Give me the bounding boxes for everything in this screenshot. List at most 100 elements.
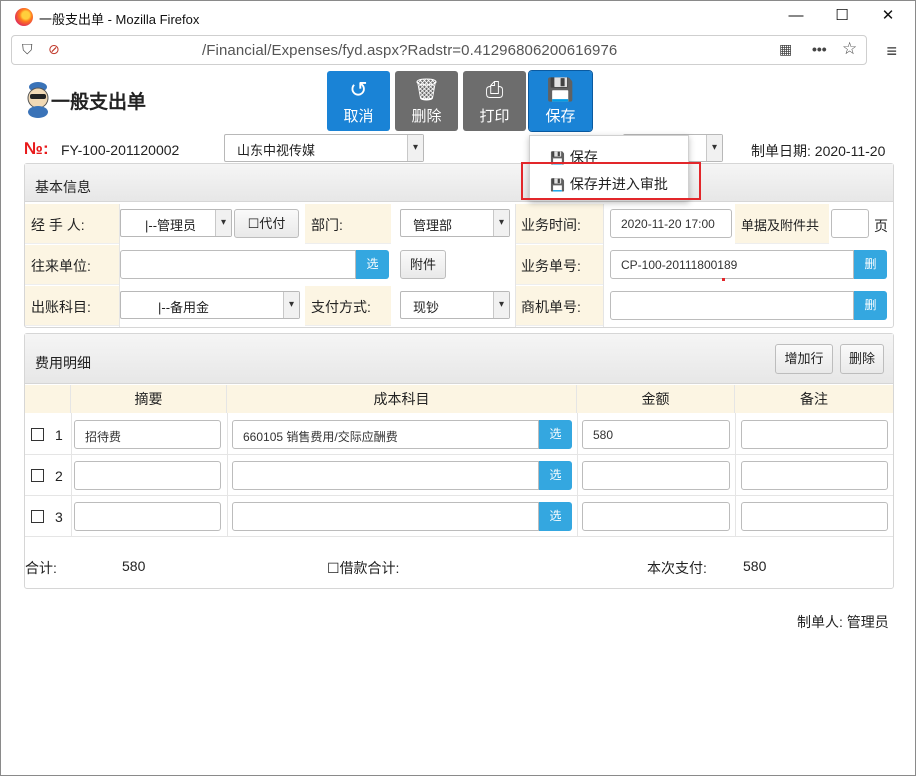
account-select[interactable]: |--备用金 ▾ [120, 291, 300, 319]
opportunity-delete-button[interactable]: 删 [854, 291, 887, 320]
company-value: 山东中视传媒 [237, 143, 316, 158]
permission-blocked-icon[interactable]: ⊘ [48, 41, 60, 58]
summary-input[interactable] [74, 502, 221, 531]
pay-method-label: 支付方式: [305, 286, 391, 326]
pay-now-value: 580 [743, 558, 767, 574]
printer-icon: ⎙ [485, 77, 504, 102]
attach-count-input[interactable] [831, 209, 869, 238]
dept-select[interactable]: 管理部 ▾ [400, 209, 510, 237]
column-header-summary: 摘要 [71, 385, 227, 413]
qr-code-icon[interactable]: ▦ [779, 41, 792, 58]
date-label-text: 制单日期: [751, 143, 811, 159]
address-bar[interactable]: ⛉ ⊘ /Financial/Expenses/fyd.aspx?Radstr=… [11, 35, 867, 65]
column-header-select [25, 385, 71, 413]
account-value: |--备用金 [158, 300, 210, 315]
col-divider [735, 413, 736, 537]
cost-account-input[interactable] [232, 502, 539, 531]
amount-input[interactable] [582, 502, 730, 531]
url-text[interactable]: /Financial/Expenses/fyd.aspx?Radstr=0.41… [202, 42, 617, 59]
grid-divider [515, 204, 516, 327]
cost-account-input[interactable] [232, 461, 539, 490]
cartoon-logo-icon [27, 82, 49, 118]
biz-no-delete-button[interactable]: 删 [854, 250, 887, 279]
delete-button[interactable]: 🗑 删除 [395, 71, 458, 131]
row-divider [25, 536, 893, 537]
account-label: 出账科目: [25, 286, 119, 326]
page-title: 一般支出单 [51, 92, 147, 113]
amount-input[interactable]: 580 [582, 420, 730, 449]
add-row-button[interactable]: 增加行 [775, 344, 833, 374]
delete-row-button[interactable]: 删除 [840, 344, 884, 374]
trash-icon: 🗑 [412, 77, 441, 102]
cost-pick-button[interactable]: 选 [539, 461, 572, 490]
doc-number: FY-100-201120002 [61, 142, 180, 158]
browser-window: 一般支出单 - Mozilla Firefox — ☐ ✕ ⛉ ⊘ /Finan… [0, 0, 916, 776]
row-number: 3 [55, 509, 63, 525]
cost-pick-button[interactable]: 选 [539, 420, 572, 449]
handler-label: 经 手 人: [25, 204, 119, 244]
minimize-button[interactable]: — [773, 1, 819, 31]
biz-time-input[interactable]: 2020-11-20 17:00 [610, 209, 732, 238]
pay-method-select[interactable]: 现钞 ▾ [400, 291, 510, 319]
row-checkbox[interactable] [31, 428, 44, 441]
note-input[interactable] [741, 502, 888, 531]
proxy-pay-checkbox[interactable]: ☐代付 [234, 209, 299, 238]
summary-input[interactable]: 招待费 [74, 420, 221, 449]
handler-value: |--管理员 [145, 218, 197, 233]
note-input[interactable] [741, 420, 888, 449]
row-checkbox[interactable] [31, 510, 44, 523]
maker-value: 管理员 [846, 614, 889, 630]
partner-pick-button[interactable]: 选 [356, 250, 389, 279]
amount-input[interactable] [582, 461, 730, 490]
print-button[interactable]: ⎙ 打印 [463, 71, 526, 131]
more-actions-icon[interactable]: ••• [812, 41, 827, 57]
total-label: 合计: [25, 560, 57, 576]
partner-input[interactable] [120, 250, 356, 279]
save-button[interactable]: 💾 保存 [528, 70, 593, 132]
expense-detail-panel: 费用明细 增加行 删除 摘要 成本科目 金额 备注 1 招待费 660105 销… [24, 333, 894, 589]
basic-info-title: 基本信息 [25, 164, 893, 202]
row-checkbox[interactable] [31, 469, 44, 482]
shield-icon[interactable]: ⛉ [22, 41, 33, 58]
close-button[interactable]: ✕ [865, 1, 911, 31]
biz-time-label: 业务时间: [515, 204, 603, 244]
highlight-box [521, 162, 701, 200]
opportunity-input[interactable] [610, 291, 854, 320]
cost-pick-button[interactable]: 选 [539, 502, 572, 531]
loan-total-label: 借款合计: [339, 560, 400, 576]
dept-label: 部门: [305, 204, 391, 244]
note-input[interactable] [741, 461, 888, 490]
biz-no-label: 业务单号: [515, 245, 603, 285]
maximize-button[interactable]: ☐ [819, 1, 865, 31]
biz-no-input[interactable]: CP-100-20111800189 [610, 250, 854, 279]
opportunity-label: 商机单号: [515, 286, 603, 326]
row-number: 1 [55, 427, 63, 443]
dept-value: 管理部 [413, 218, 453, 233]
maker: 制单人: 管理员 [797, 612, 889, 632]
pay-method-value: 现钞 [413, 300, 440, 315]
page-content: 一般支出单 ↺ 取消 🗑 删除 ⎙ 打印 💾 保存 №: FY-100-2011… [9, 67, 909, 769]
chevron-down-icon: ▾ [493, 210, 509, 236]
column-header-cost: 成本科目 [227, 385, 577, 413]
chevron-down-icon: ▾ [283, 292, 299, 318]
cost-account-input[interactable]: 660105 销售费用/交际应酬费 [232, 420, 539, 449]
bookmark-star-icon[interactable]: ☆ [842, 39, 857, 59]
summary-input[interactable] [74, 461, 221, 490]
handler-select[interactable]: |--管理员 ▾ [120, 209, 232, 237]
row-number: 2 [55, 468, 63, 484]
print-label: 打印 [479, 108, 510, 125]
chevron-down-icon: ▾ [706, 135, 722, 161]
chevron-down-icon: ▾ [407, 135, 423, 161]
hamburger-menu-icon[interactable]: ≡ [886, 41, 897, 62]
date-label: 制单日期: 2020-11-20 [751, 141, 885, 161]
column-header-amount: 金额 [577, 385, 735, 413]
basic-info-panel: 基本信息 经 手 人: |--管理员 ▾ ☐代付 部门: 管理部 ▾ 业务时间:… [24, 163, 894, 328]
proxy-pay-label: 代付 [259, 216, 286, 231]
attachment-button[interactable]: 附件 [400, 250, 446, 279]
title-bar: 一般支出单 - Mozilla Firefox — ☐ ✕ [1, 1, 915, 33]
row-divider [25, 454, 893, 455]
pay-now-label: 本次支付: [647, 560, 707, 576]
loan-total-checkbox[interactable]: ☐借款合计: [327, 558, 399, 578]
company-select[interactable]: 山东中视传媒 ▾ [224, 134, 424, 162]
cancel-button[interactable]: ↺ 取消 [327, 71, 390, 131]
